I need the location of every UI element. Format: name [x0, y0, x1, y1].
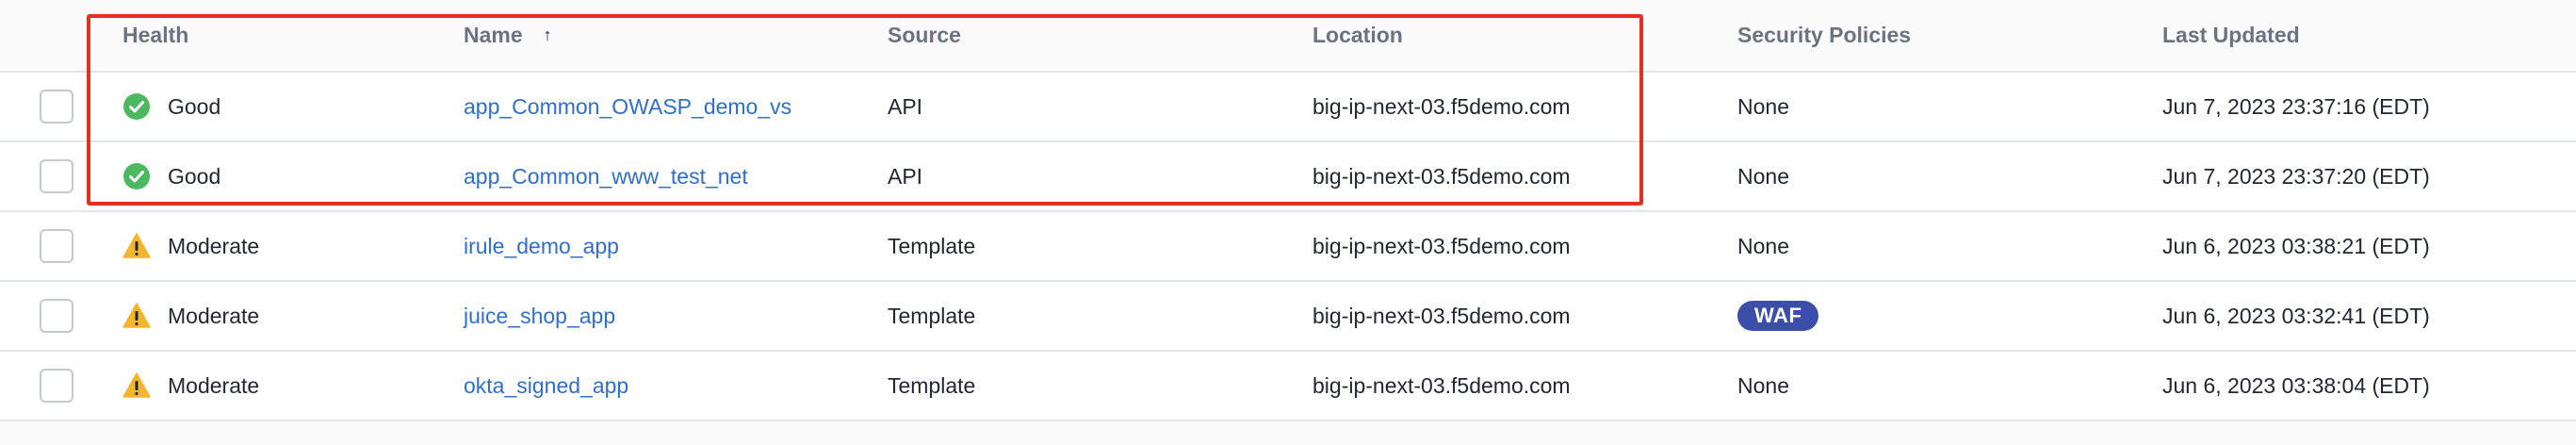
source-value: API	[888, 93, 923, 119]
last-updated-value: Jun 7, 2023 23:37:20 (EDT)	[2162, 163, 2430, 189]
applications-table: Health Name ↑ Source Location Security P…	[0, 0, 2576, 421]
row-select-checkbox[interactable]	[40, 299, 73, 333]
health-cell: Good	[122, 73, 220, 140]
source-value: Template	[888, 233, 976, 258]
health-label: Moderate	[168, 233, 260, 258]
app-name-link[interactable]: irule_demo_app	[464, 234, 619, 259]
app-name-link[interactable]: app_Common_OWASP_demo_vs	[464, 94, 791, 120]
column-header-security-policies[interactable]: Security Policies	[1737, 0, 1911, 71]
column-header-name[interactable]: Name ↑	[464, 0, 552, 71]
check-circle-icon	[122, 92, 151, 121]
source-value: API	[888, 163, 923, 189]
row-select-checkbox[interactable]	[40, 159, 73, 193]
security-policy-value: None	[1737, 233, 1789, 258]
table-header: Health Name ↑ Source Location Security P…	[0, 0, 2576, 73]
warning-triangle-icon	[122, 232, 151, 260]
column-header-name-label: Name	[464, 23, 523, 47]
location-value: big-ip-next-03.f5demo.com	[1312, 163, 1571, 189]
last-updated-value: Jun 6, 2023 03:38:21 (EDT)	[2162, 233, 2430, 258]
health-label: Good	[168, 163, 221, 189]
warning-triangle-icon	[122, 302, 151, 330]
table-row[interactable]: Good app_Common_OWASP_demo_vs API big-ip…	[0, 73, 2576, 142]
source-value: Template	[888, 303, 976, 328]
row-select-checkbox[interactable]	[40, 90, 73, 124]
column-header-source[interactable]: Source	[888, 0, 961, 71]
row-select-checkbox[interactable]	[40, 229, 73, 263]
app-name-link[interactable]: juice_shop_app	[464, 304, 615, 329]
waf-policy-badge[interactable]: WAF	[1737, 301, 1819, 331]
location-value: big-ip-next-03.f5demo.com	[1312, 93, 1571, 119]
security-policy-value: None	[1737, 163, 1789, 189]
location-value: big-ip-next-03.f5demo.com	[1312, 303, 1571, 328]
column-header-source-label: Source	[888, 23, 961, 47]
source-value: Template	[888, 372, 976, 398]
table-row[interactable]: Moderate juice_shop_app Template big-ip-…	[0, 282, 2576, 352]
security-policy-value: None	[1737, 93, 1789, 119]
table-row[interactable]: Moderate irule_demo_app Template big-ip-…	[0, 212, 2576, 282]
last-updated-value: Jun 7, 2023 23:37:16 (EDT)	[2162, 93, 2430, 119]
column-header-health-label: Health	[122, 23, 189, 47]
location-value: big-ip-next-03.f5demo.com	[1312, 372, 1571, 398]
row-select-checkbox[interactable]	[40, 369, 73, 403]
health-cell: Moderate	[122, 212, 259, 280]
column-header-location-label: Location	[1312, 23, 1403, 47]
last-updated-value: Jun 6, 2023 03:32:41 (EDT)	[2162, 303, 2430, 328]
column-header-location[interactable]: Location	[1312, 0, 1403, 71]
app-name-link[interactable]: okta_signed_app	[464, 373, 628, 399]
table-row[interactable]: Good app_Common_www_test_net API big-ip-…	[0, 142, 2576, 212]
column-header-health[interactable]: Health	[122, 0, 188, 71]
health-cell: Moderate	[122, 352, 259, 420]
column-header-last-updated[interactable]: Last Updated	[2162, 0, 2300, 71]
health-cell: Good	[122, 142, 220, 210]
warning-triangle-icon	[122, 371, 151, 400]
location-value: big-ip-next-03.f5demo.com	[1312, 233, 1571, 258]
column-header-updated-label: Last Updated	[2162, 23, 2300, 47]
column-header-security-label: Security Policies	[1737, 23, 1912, 47]
table-row[interactable]: Moderate okta_signed_app Template big-ip…	[0, 352, 2576, 421]
check-circle-icon	[122, 162, 151, 190]
health-label: Good	[168, 93, 221, 119]
health-label: Moderate	[168, 303, 260, 328]
app-name-link[interactable]: app_Common_www_test_net	[464, 164, 748, 190]
security-policy-value: None	[1737, 372, 1789, 398]
sort-ascending-icon[interactable]: ↑	[544, 25, 552, 45]
health-label: Moderate	[168, 372, 260, 398]
health-cell: Moderate	[122, 282, 259, 350]
last-updated-value: Jun 6, 2023 03:38:04 (EDT)	[2162, 372, 2430, 398]
